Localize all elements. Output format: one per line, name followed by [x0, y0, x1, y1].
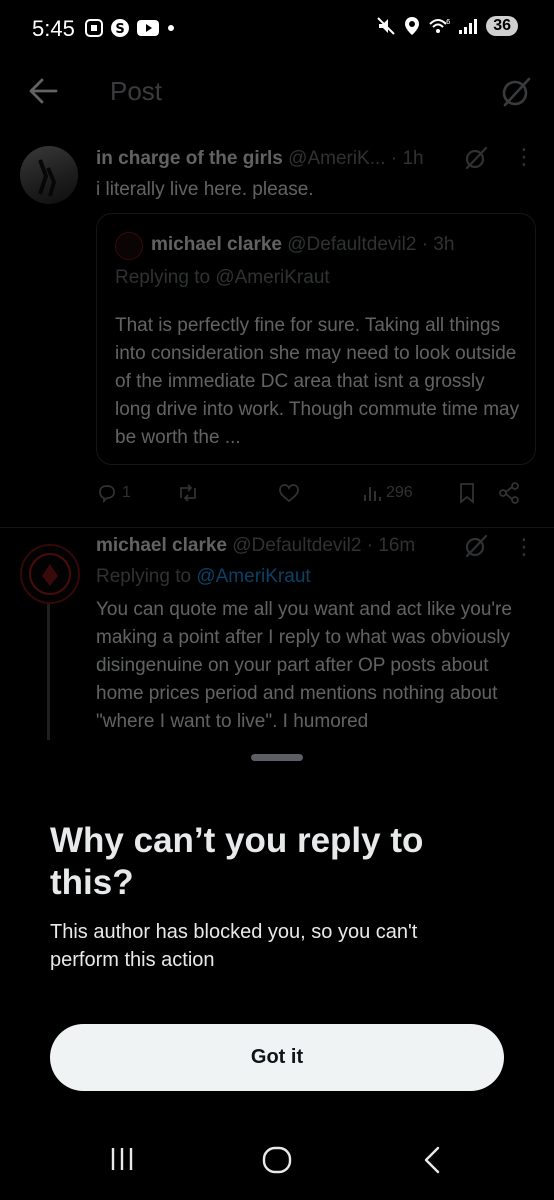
replying-to-label: Replying to — [115, 267, 216, 288]
sheet-title: Why can’t you reply to this? — [50, 821, 424, 902]
page-title: Post — [110, 76, 163, 106]
repost-icon — [180, 484, 196, 502]
status-left-icons: S — [84, 18, 176, 38]
share-button[interactable] — [498, 482, 520, 504]
more-options-icon[interactable]: ⋮ — [513, 144, 535, 170]
views-icon — [364, 487, 381, 501]
replying-to-handle: @AmeriKraut — [215, 267, 330, 288]
bookmark-button[interactable] — [458, 482, 498, 504]
divider — [0, 527, 554, 528]
author-name[interactable]: michael clarke — [96, 535, 227, 556]
recent-apps-icon[interactable] — [110, 1146, 134, 1172]
youtube-icon — [137, 20, 159, 36]
reply-button[interactable]: 1 — [96, 482, 176, 504]
post-time: · 1h — [390, 148, 424, 169]
home-icon[interactable] — [262, 1146, 292, 1174]
screenshot-icon — [85, 19, 103, 37]
avatar[interactable] — [20, 146, 78, 204]
tweet-1[interactable]: in charge of the girls @AmeriK... · 1h ⋮… — [0, 136, 554, 526]
tweet-text: You can quote me all you want and act li… — [96, 599, 512, 732]
location-icon — [405, 17, 420, 35]
post-time: · 16m — [366, 535, 416, 556]
back-arrow-icon[interactable] — [28, 78, 58, 104]
views-button[interactable]: 296 — [362, 483, 458, 503]
author-handle[interactable]: @AmeriK... — [288, 148, 385, 169]
bookmark-icon — [460, 483, 474, 504]
back-icon[interactable] — [422, 1146, 442, 1174]
reply-icon — [99, 485, 115, 504]
reply-count: 1 — [122, 484, 131, 501]
heart-icon — [279, 484, 299, 503]
tweet-2-author-row: michael clarke @Defaultdevil2 · 16m — [96, 535, 415, 557]
mute-icon — [377, 17, 395, 35]
sheet-description: This author has blocked you, so you can'… — [50, 921, 418, 971]
status-bar: 5:45 S 6 36 — [0, 0, 554, 60]
blocked-reply-sheet: Why can’t you reply to this? This author… — [0, 740, 554, 1200]
quote-author-name: michael clarke — [151, 234, 282, 255]
tweet-text: i literally live here. please. — [96, 179, 314, 200]
quote-author-row: michael clarke @Defaultdevil2 · 3h — [151, 234, 454, 256]
tweet-2[interactable]: michael clarke @Defaultdevil2 · 16m ⋮ Re… — [0, 530, 554, 744]
view-count: 296 — [386, 484, 413, 501]
battery-icon: 36 — [486, 16, 518, 36]
author-name[interactable]: in charge of the girls — [96, 148, 283, 169]
grok-icon[interactable] — [500, 76, 532, 108]
avatar — [115, 232, 143, 260]
svg-text:S: S — [115, 22, 124, 37]
drag-handle[interactable] — [251, 754, 303, 761]
status-right-icons: 6 36 — [376, 16, 518, 36]
quote-text: That is perfectly fine for sure. Taking … — [115, 315, 520, 448]
android-nav-bar — [0, 1124, 554, 1200]
quoted-tweet[interactable]: michael clarke @Defaultdevil2 · 3h Reply… — [96, 213, 536, 465]
more-options-icon[interactable]: ⋮ — [513, 534, 535, 560]
wifi-6-icon: 6 — [429, 18, 450, 33]
post-header: Post — [0, 62, 554, 124]
tweet-actions: 1 296 — [96, 480, 528, 506]
replying-to-row: Replying to @AmeriKraut — [96, 566, 311, 588]
got-it-button[interactable]: Got it — [50, 1024, 504, 1091]
s-app-icon: S — [111, 19, 129, 37]
avatar[interactable] — [20, 544, 80, 604]
signal-icon — [459, 19, 478, 34]
author-handle[interactable]: @Defaultdevil2 — [232, 535, 361, 556]
svg-text:6: 6 — [446, 18, 450, 26]
dot-icon — [168, 25, 174, 31]
thread-line — [47, 604, 50, 744]
grok-icon[interactable] — [464, 146, 488, 170]
status-time: 5:45 — [32, 16, 75, 41]
share-icon — [499, 482, 519, 504]
quote-author-handle: @Defaultdevil2 — [287, 234, 417, 255]
grok-icon[interactable] — [464, 534, 488, 558]
tweet-1-author-row: in charge of the girls @AmeriK... · 1h — [96, 148, 424, 170]
quote-time: · 3h — [421, 234, 455, 255]
quote-replying-to: Replying to @AmeriKraut — [115, 267, 330, 289]
replying-to-handle[interactable]: @AmeriKraut — [196, 566, 310, 587]
repost-button[interactable] — [176, 482, 278, 504]
like-button[interactable] — [278, 482, 362, 504]
replying-to-label: Replying to — [96, 566, 197, 587]
